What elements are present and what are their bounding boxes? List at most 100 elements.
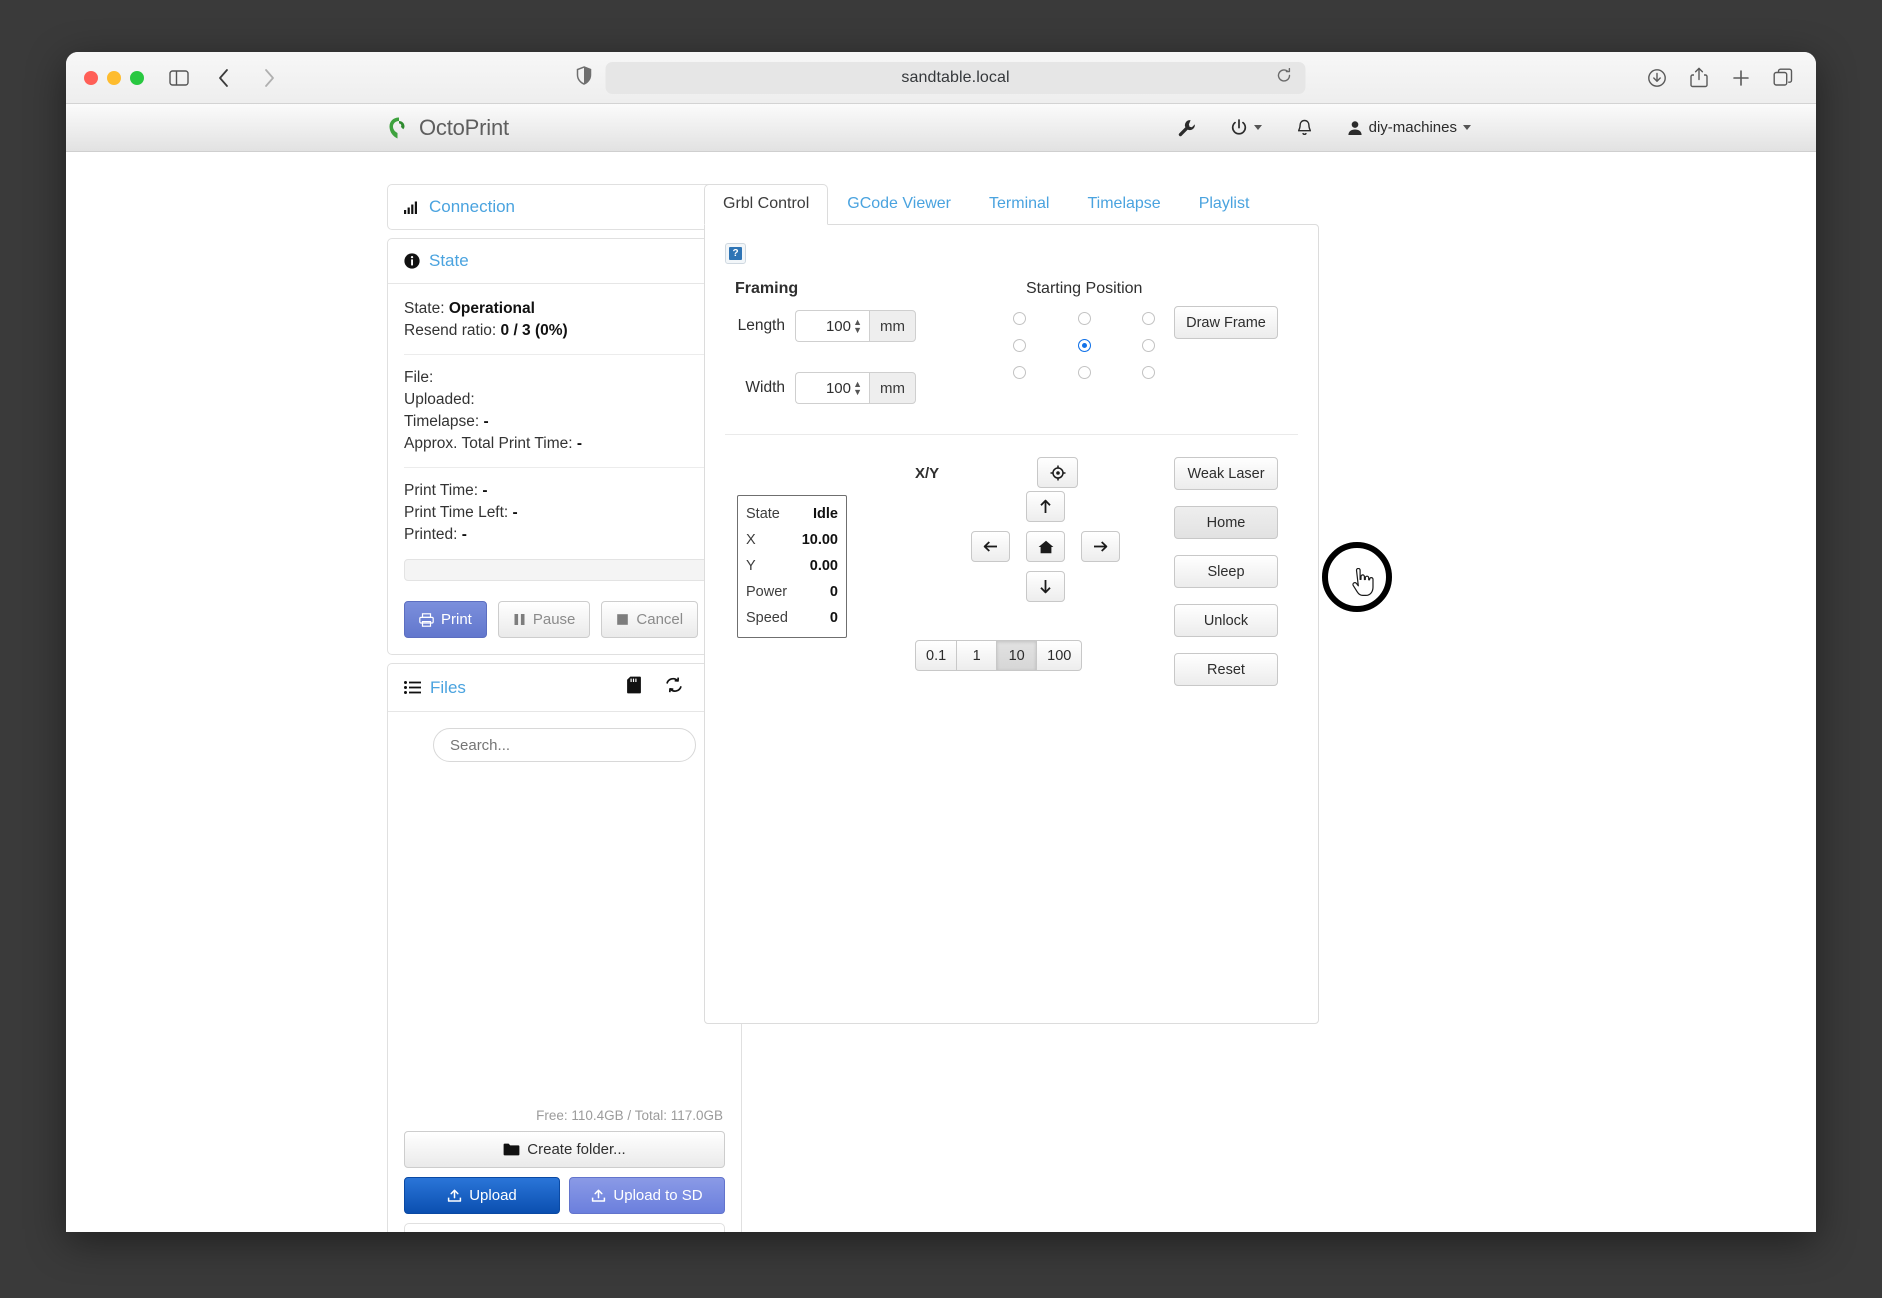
share-icon[interactable] [1686, 65, 1712, 91]
jog-x-plus-button[interactable] [1081, 531, 1120, 562]
start-pos-radio-5[interactable] [1142, 339, 1155, 352]
forward-arrow-icon[interactable] [256, 65, 282, 91]
step-size-group: 0.1 1 10 100 [915, 640, 1082, 671]
start-pos-radio-8[interactable] [1142, 366, 1155, 379]
sleep-button[interactable]: Sleep [1174, 555, 1278, 588]
weak-laser-button[interactable]: Weak Laser [1174, 457, 1278, 490]
width-field-row: Width ▲▼ mm [725, 372, 994, 404]
pause-button-label: Pause [533, 611, 576, 628]
upload-sd-button[interactable]: Upload to SD [569, 1177, 725, 1214]
files-header: Files [388, 664, 741, 711]
print-button[interactable]: Print [404, 601, 487, 638]
state-header[interactable]: State [388, 239, 741, 283]
width-input[interactable] [795, 372, 869, 404]
connection-header[interactable]: Connection [388, 185, 741, 229]
sidebar: Connection State State: Operational [387, 184, 742, 1232]
set-origin-button[interactable] [1037, 457, 1078, 488]
step-size-1-button[interactable]: 1 [957, 640, 997, 671]
tab-timelapse[interactable]: Timelapse [1068, 184, 1179, 225]
plus-icon[interactable] [1728, 65, 1754, 91]
help-button[interactable]: ? [725, 243, 746, 264]
crosshair-icon [1050, 465, 1066, 481]
start-pos-radio-0[interactable] [1013, 312, 1026, 325]
tab-grbl-control[interactable]: Grbl Control [704, 184, 828, 225]
length-input[interactable] [795, 310, 869, 342]
start-pos-radio-4[interactable] [1078, 339, 1091, 352]
jog-y-minus-button[interactable] [1026, 571, 1065, 602]
user-menu[interactable]: diy-machines [1347, 119, 1471, 136]
files-extra-panel [404, 1223, 725, 1232]
chevron-down-icon [1254, 125, 1262, 130]
unlock-button[interactable]: Unlock [1174, 604, 1278, 637]
draw-frame-button[interactable]: Draw Frame [1174, 306, 1278, 339]
shield-icon[interactable] [577, 66, 592, 90]
state-row: Uploaded: [404, 389, 725, 410]
jog-x-minus-button[interactable] [971, 531, 1010, 562]
signal-bars-icon [404, 200, 420, 214]
pause-button[interactable]: Pause [498, 601, 591, 638]
draw-frame-area: Draw Frame [1174, 280, 1298, 404]
status-value: 10.00 [802, 527, 838, 553]
files-list[interactable] [388, 772, 741, 1102]
wrench-icon[interactable] [1178, 119, 1196, 137]
length-unit: mm [869, 310, 916, 342]
motion-control-area: State Idle X 10.00 Y 0.00 Power [725, 457, 1298, 687]
start-pos-radio-2[interactable] [1142, 312, 1155, 325]
power-icon[interactable] [1230, 119, 1262, 137]
search-input[interactable] [433, 728, 696, 762]
sd-card-icon[interactable] [627, 676, 641, 699]
user-icon [1347, 120, 1363, 136]
files-search-row [388, 712, 741, 772]
upload-button[interactable]: Upload [404, 1177, 560, 1214]
upload-icon [591, 1189, 606, 1203]
state-row-value: 0 / 3 (0%) [501, 322, 568, 339]
divider [404, 354, 725, 355]
octoprint-logo[interactable]: OctoPrint [388, 115, 509, 141]
step-size-10-button[interactable]: 10 [997, 640, 1037, 671]
home-button[interactable]: Home [1174, 506, 1278, 539]
status-label: Y [746, 553, 756, 579]
status-value: 0 [830, 579, 838, 605]
status-value: 0.00 [810, 553, 838, 579]
minimize-window-button[interactable] [107, 71, 121, 85]
jog-y-plus-button[interactable] [1026, 491, 1065, 522]
create-folder-button[interactable]: Create folder... [404, 1131, 725, 1168]
step-size-100-button[interactable]: 100 [1037, 640, 1082, 671]
status-row-speed: Speed 0 [746, 605, 838, 631]
sidebar-icon[interactable] [166, 65, 192, 91]
maximize-window-button[interactable] [130, 71, 144, 85]
reload-icon[interactable] [1277, 68, 1292, 88]
address-bar[interactable]: sandtable.local [606, 62, 1306, 94]
download-icon[interactable] [1644, 65, 1670, 91]
start-pos-radio-6[interactable] [1013, 366, 1026, 379]
start-pos-radio-7[interactable] [1078, 366, 1091, 379]
divider [404, 467, 725, 468]
tab-gcode-viewer[interactable]: GCode Viewer [828, 184, 970, 225]
tab-playlist[interactable]: Playlist [1180, 184, 1269, 225]
grbl-control-panel: ? Framing Length ▲▼ mm [704, 224, 1319, 1024]
list-icon [404, 681, 421, 694]
step-size-0.1-button[interactable]: 0.1 [915, 640, 957, 671]
start-pos-radio-3[interactable] [1013, 339, 1026, 352]
tab-terminal[interactable]: Terminal [970, 184, 1068, 225]
back-arrow-icon[interactable] [210, 65, 236, 91]
tab-bar: Grbl Control GCode Viewer Terminal Timel… [704, 184, 1319, 224]
arrow-right-icon [1093, 540, 1108, 553]
info-circle-icon [404, 253, 420, 269]
bell-icon[interactable] [1296, 119, 1313, 137]
state-title: State [429, 251, 469, 271]
status-label: State [746, 501, 780, 527]
state-row: Approx. Total Print Time: - [404, 433, 725, 454]
state-row: Resend ratio: 0 / 3 (0%) [404, 320, 725, 341]
cancel-button[interactable]: Cancel [601, 601, 698, 638]
jog-pad [971, 491, 1121, 631]
upload-icon [447, 1189, 462, 1203]
jog-home-button[interactable] [1026, 531, 1065, 562]
start-pos-radio-1[interactable] [1078, 312, 1091, 325]
reset-button[interactable]: Reset [1174, 653, 1278, 686]
pause-icon [513, 613, 526, 626]
tab-overview-icon[interactable] [1770, 65, 1796, 91]
octoprint-navbar: OctoPrint diy-machines [66, 104, 1816, 152]
refresh-icon[interactable] [665, 677, 683, 698]
close-window-button[interactable] [84, 71, 98, 85]
